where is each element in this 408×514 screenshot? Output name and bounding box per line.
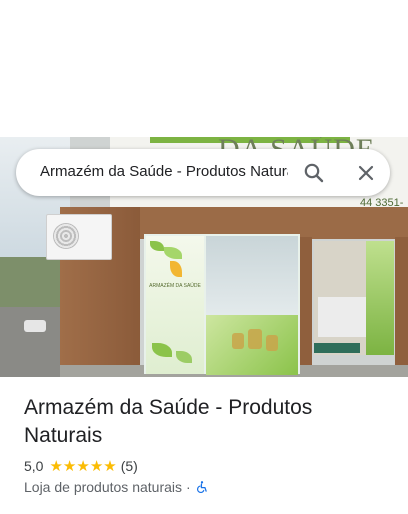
star-rating: ★ ★ ★ ★ ★ [49,459,116,474]
wheelchair-icon [196,481,207,493]
ac-fan [53,223,79,249]
rating-row[interactable]: 5,0 ★ ★ ★ ★ ★ (5) [24,457,138,475]
review-count[interactable]: (5) [121,458,138,474]
category-row: Loja de produtos naturais · [24,479,209,495]
place-title[interactable]: Armazém da Saúde - Produtos Naturais [24,394,394,450]
air-conditioner [46,214,112,260]
search-input[interactable]: Armazém da Saúde - Produtos Naturais [40,163,288,183]
shop-counter [318,297,366,337]
poster-title: ARMAZÉM DA SAÚDE [149,283,201,289]
street [0,307,60,377]
tea-jar [248,329,262,349]
separator: · [186,479,191,495]
close-icon [358,165,374,181]
search-button[interactable] [302,161,326,185]
star-icon: ★ [49,457,63,475]
star-icon: ★ [76,457,90,475]
pillar [395,237,408,377]
blank-header-area [0,0,408,137]
rating-value: 5,0 [24,458,44,474]
door-panel [366,241,394,355]
star-icon: ★ [89,457,104,475]
clear-search-button[interactable] [354,161,378,185]
place-category: Loja de produtos naturais [24,479,182,495]
star-icon: ★ [103,457,117,475]
search-bar[interactable]: Armazém da Saúde - Produtos Naturais [16,149,390,196]
door-mat [314,343,360,353]
parked-car [24,320,46,332]
search-icon [304,163,324,183]
tea-jar [232,333,244,349]
pillar [300,237,312,377]
tea-jar [266,335,278,351]
star-icon: ★ [62,457,77,475]
